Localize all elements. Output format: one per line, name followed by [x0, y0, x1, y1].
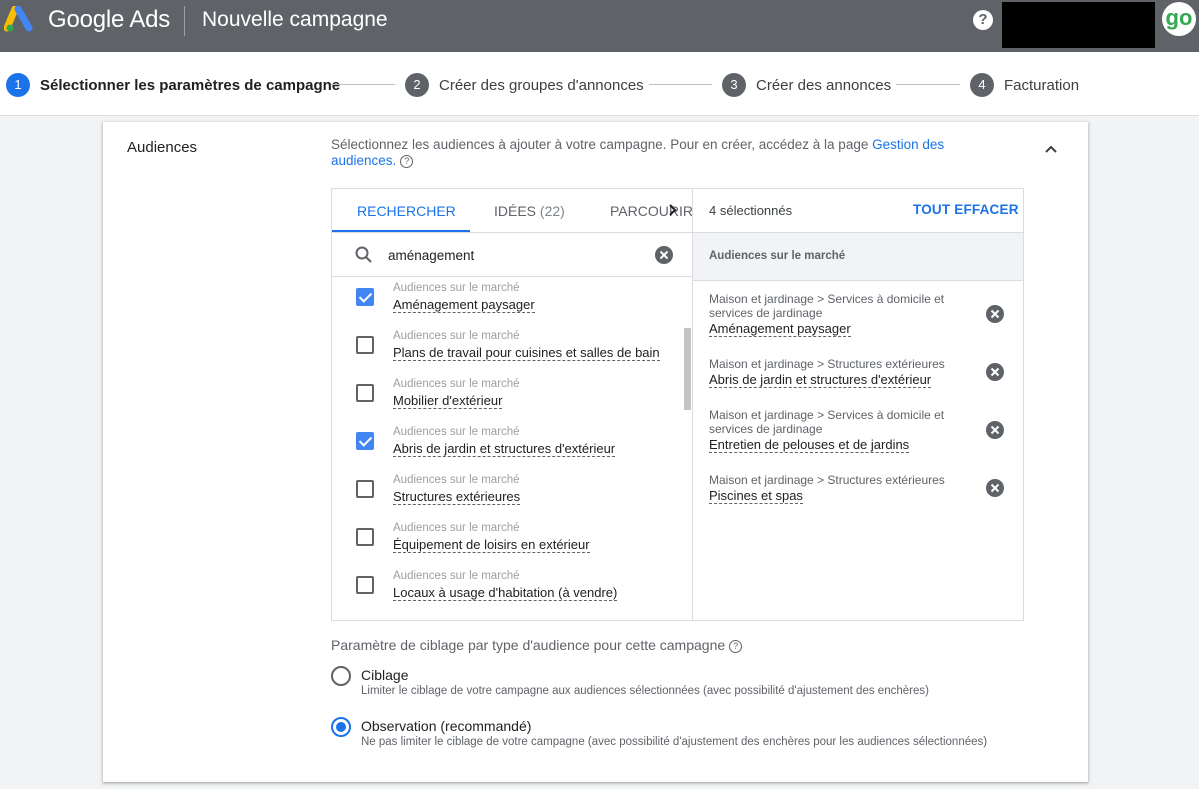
step-ads[interactable]: 3 Créer des annonces	[722, 73, 891, 97]
targeting-option-label[interactable]: Ciblage	[361, 667, 408, 683]
tab-ideas-label: IDÉES	[494, 203, 537, 219]
brand-divider	[184, 6, 185, 36]
tab-ideas-count: (22)	[539, 203, 565, 219]
selected-item-path: Maison et jardinage > Services à domicil…	[709, 408, 945, 436]
step-connector	[331, 84, 395, 85]
list-item[interactable]: Audiences sur le marché Plans de travail…	[332, 326, 684, 374]
item-name[interactable]: Abris de jardin et structures d'extérieu…	[393, 441, 616, 457]
chevron-right-icon[interactable]	[664, 202, 680, 218]
observation-option-description: Ne pas limiter le ciblage de votre campa…	[361, 736, 988, 748]
step-number: 2	[405, 73, 429, 97]
targeting-setting-title: Paramètre de ciblage par type d'audience…	[331, 637, 743, 653]
step-connector	[896, 84, 960, 85]
selected-item-name[interactable]: Piscines et spas	[709, 488, 803, 504]
item-name[interactable]: Aménagement paysager	[393, 297, 535, 313]
help-circle-icon[interactable]: ?	[400, 155, 414, 168]
help-circle-icon[interactable]: ?	[729, 640, 743, 653]
section-label: Audiences	[127, 139, 198, 156]
selected-item: Maison et jardinage > Services à domicil…	[709, 408, 969, 454]
remove-icon[interactable]	[985, 420, 1005, 440]
item-name[interactable]: Structures extérieures	[393, 489, 521, 505]
checkbox[interactable]	[356, 480, 374, 498]
list-item[interactable]: Audiences sur le marché Mobilier d'extér…	[332, 374, 684, 422]
selected-item: Maison et jardinage > Structures extérie…	[709, 357, 969, 389]
description-text: Sélectionnez les audiences à ajouter à v…	[331, 137, 873, 152]
item-category: Audiences sur le marché	[393, 378, 520, 390]
targeting-radio[interactable]	[331, 666, 351, 686]
selected-group-label: Audiences sur le marché	[709, 250, 846, 262]
list-item[interactable]: Audiences sur le marché Structures extér…	[332, 470, 684, 518]
item-category: Audiences sur le marché	[393, 330, 520, 342]
clear-all-button[interactable]: TOUT EFFACER	[913, 202, 1019, 217]
google-ads-logo-icon[interactable]	[4, 6, 38, 34]
clear-search-icon[interactable]	[654, 245, 674, 265]
tab-search[interactable]: RECHERCHER	[357, 203, 456, 219]
page-title: Nouvelle campagne	[202, 8, 388, 31]
section-description: Sélectionnez les audiences à ajouter à v…	[331, 137, 981, 169]
step-ad-groups[interactable]: 2 Créer des groupes d'annonces	[405, 73, 644, 97]
checkbox[interactable]	[356, 432, 374, 450]
item-category: Audiences sur le marché	[393, 522, 520, 534]
brand-name[interactable]: Google Ads	[48, 6, 170, 34]
selected-item-name[interactable]: Aménagement paysager	[709, 321, 851, 337]
selected-count: 4 sélectionnés	[709, 203, 793, 218]
checkbox[interactable]	[356, 288, 374, 306]
selected-item-path: Maison et jardinage > Services à domicil…	[709, 292, 945, 320]
item-name[interactable]: Plans de travail pour cuisines et salles…	[393, 345, 660, 361]
picker-tabs: RECHERCHER IDÉES (22) PARCOURIR	[332, 189, 692, 233]
observation-option-label[interactable]: Observation (recommandé)	[361, 718, 531, 734]
top-app-bar: Google Ads Nouvelle campagne ? go	[0, 0, 1199, 52]
item-category: Audiences sur le marché	[393, 282, 520, 294]
audience-search-input[interactable]	[388, 245, 638, 265]
checkbox[interactable]	[356, 528, 374, 546]
avatar[interactable]: go	[1162, 2, 1196, 36]
selected-item-name[interactable]: Entretien de pelouses et de jardins	[709, 437, 910, 453]
help-icon[interactable]: ?	[973, 10, 993, 30]
list-item[interactable]: Audiences sur le marché Abris de jardin …	[332, 422, 684, 470]
remove-icon[interactable]	[985, 478, 1005, 498]
item-category: Audiences sur le marché	[393, 570, 520, 582]
step-label: Créer des groupes d'annonces	[439, 76, 644, 94]
tab-ideas[interactable]: IDÉES (22)	[494, 203, 565, 219]
step-label: Facturation	[1004, 76, 1080, 94]
step-number: 1	[6, 73, 30, 97]
targeting-setting-label: Paramètre de ciblage par type d'audience…	[331, 637, 726, 653]
search-results-list: Audiences sur le marché Aménagement pays…	[332, 278, 684, 620]
results-scrollbar[interactable]	[684, 328, 691, 410]
step-number: 3	[722, 73, 746, 97]
list-item[interactable]: Audiences sur le marché Équipement de lo…	[332, 518, 684, 566]
step-label: Créer des annonces	[756, 76, 892, 94]
step-campaign-settings[interactable]: 1 Sélectionner les paramètres de campagn…	[6, 73, 340, 97]
checkbox[interactable]	[356, 336, 374, 354]
item-category: Audiences sur le marché	[393, 474, 520, 486]
account-info[interactable]	[1002, 2, 1155, 48]
item-name[interactable]: Équipement de loisirs en extérieur	[393, 537, 590, 553]
observation-radio[interactable]	[331, 717, 351, 737]
list-item[interactable]: Audiences sur le marché Locaux à usage d…	[332, 566, 684, 614]
step-connector	[649, 84, 712, 85]
checkbox[interactable]	[356, 576, 374, 594]
selected-item: Maison et jardinage > Services à domicil…	[709, 292, 969, 338]
item-name[interactable]: Mobilier d'extérieur	[393, 393, 503, 409]
remove-icon[interactable]	[985, 304, 1005, 324]
chevron-up-icon[interactable]	[1043, 141, 1059, 157]
item-name[interactable]: Locaux à usage d'habitation (à vendre)	[393, 585, 618, 601]
item-category: Audiences sur le marché	[393, 426, 520, 438]
step-label: Sélectionner les paramètres de campagne	[40, 76, 341, 94]
remove-icon[interactable]	[985, 362, 1005, 382]
step-billing[interactable]: 4 Facturation	[970, 73, 1079, 97]
search-icon	[355, 246, 372, 263]
selected-item-path: Maison et jardinage > Structures extérie…	[709, 357, 945, 371]
selected-item: Maison et jardinage > Structures extérie…	[709, 473, 969, 505]
selected-item-name[interactable]: Abris de jardin et structures d'extérieu…	[709, 372, 932, 388]
selected-item-path: Maison et jardinage > Structures extérie…	[709, 473, 945, 487]
step-number: 4	[970, 73, 994, 97]
targeting-option-description: Limiter le ciblage de votre campagne aux…	[361, 685, 929, 697]
list-item[interactable]: Audiences sur le marché Aménagement pays…	[332, 278, 684, 326]
checkbox[interactable]	[356, 384, 374, 402]
